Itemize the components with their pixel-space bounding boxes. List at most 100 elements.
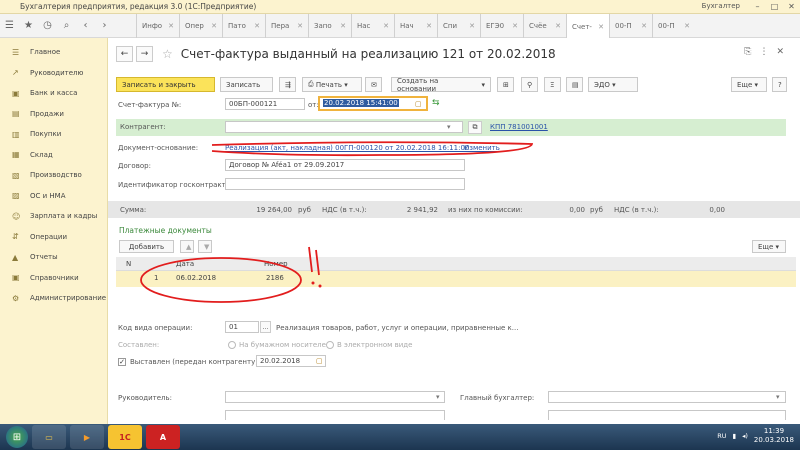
- tab-5[interactable]: Нас ✕: [351, 14, 394, 38]
- print-button[interactable]: ⎙ Печать ▾: [302, 77, 362, 92]
- write-button[interactable]: Записать: [220, 77, 273, 92]
- clock[interactable]: 11:39 20.03.2018: [754, 427, 794, 445]
- minimize-icon[interactable]: –: [749, 0, 766, 13]
- tab-6[interactable]: Нач ✕: [394, 14, 437, 38]
- post-icon[interactable]: ⇶: [279, 77, 296, 92]
- op-code-select-icon[interactable]: …: [260, 321, 271, 333]
- favorites-icon[interactable]: ★: [19, 14, 38, 38]
- sidebar-item-3[interactable]: ▤ Продажи: [0, 104, 107, 125]
- tab-0[interactable]: Инфо ✕: [136, 14, 179, 38]
- payments-more-button[interactable]: Еще ▾: [752, 240, 786, 253]
- number-change-icon[interactable]: ⇆: [432, 98, 440, 108]
- sidebar-item-10[interactable]: ▲ Отчеты: [0, 247, 107, 268]
- more-button[interactable]: Еще ▾: [731, 77, 767, 92]
- tab-7[interactable]: Спи ✕: [437, 14, 480, 38]
- edo-button[interactable]: ЭДО ▾: [588, 77, 638, 92]
- favorite-star-icon[interactable]: ☆: [162, 47, 173, 61]
- tab-3[interactable]: Пера ✕: [265, 14, 308, 38]
- back-icon[interactable]: ‹: [76, 14, 95, 38]
- counterparty-input[interactable]: [225, 121, 463, 133]
- counterparty-dropdown-icon[interactable]: ▾: [447, 123, 451, 131]
- link-icon[interactable]: ⎘: [744, 47, 751, 57]
- structure-icon[interactable]: ⊞: [497, 77, 514, 92]
- tab-close-icon[interactable]: ✕: [426, 22, 432, 30]
- help-button[interactable]: ?: [772, 77, 787, 92]
- invoice-number-input[interactable]: 00БП-000121: [225, 98, 305, 110]
- accountant-dropdown-icon[interactable]: ▾: [776, 393, 780, 401]
- issued-calendar-icon[interactable]: ▢: [316, 357, 323, 365]
- accountant-input[interactable]: [548, 391, 786, 403]
- start-button[interactable]: ⊞: [6, 426, 28, 448]
- date-input[interactable]: 20.02.2018 15:41:00: [318, 96, 428, 111]
- tab-close-icon[interactable]: ✕: [254, 22, 260, 30]
- head-position-input[interactable]: [225, 410, 445, 420]
- media-player-taskbar-icon[interactable]: ▶: [70, 425, 104, 449]
- sidebar-item-7[interactable]: ▨ ОС и НМА: [0, 186, 107, 207]
- explorer-taskbar-icon[interactable]: ▭: [32, 425, 66, 449]
- history-icon[interactable]: ◷: [38, 14, 57, 38]
- user-name[interactable]: Бухгалтер: [702, 2, 740, 10]
- close-form-icon[interactable]: ✕: [776, 47, 784, 57]
- tab-close-icon[interactable]: ✕: [641, 22, 647, 30]
- tab-close-icon[interactable]: ✕: [469, 22, 475, 30]
- change-link[interactable]: Изменить: [464, 144, 500, 152]
- more-icon[interactable]: ⋮: [759, 47, 768, 57]
- sidebar-item-4[interactable]: ▥ Покупки: [0, 124, 107, 145]
- kpp-link[interactable]: КПП 781001001: [490, 123, 548, 131]
- tab-12[interactable]: 00-П ✕: [652, 14, 695, 38]
- op-code-input[interactable]: 01: [225, 321, 259, 333]
- sidebar-item-2[interactable]: ▣ Банк и касса: [0, 83, 107, 104]
- tab-close-icon[interactable]: ✕: [297, 22, 303, 30]
- tab-close-icon[interactable]: ✕: [598, 23, 604, 31]
- move-down-icon[interactable]: ▼: [198, 240, 212, 253]
- dt-kt-icon[interactable]: Ξ: [544, 77, 561, 92]
- table-row[interactable]: 1 06.02.2018 2186: [116, 271, 796, 287]
- sidebar-item-1[interactable]: ↗ Руководителю: [0, 63, 107, 84]
- tab-close-icon[interactable]: ✕: [555, 22, 561, 30]
- language-indicator[interactable]: RU: [717, 432, 726, 440]
- report-icon[interactable]: ▤: [566, 77, 583, 92]
- head-input[interactable]: [225, 391, 445, 403]
- sidebar-item-9[interactable]: ⇵ Операции: [0, 227, 107, 248]
- move-up-icon[interactable]: ▲: [180, 240, 194, 253]
- tab-close-icon[interactable]: ✕: [684, 22, 690, 30]
- sidebar-item-8[interactable]: ☺ Зарплата и кадры: [0, 206, 107, 227]
- tab-10[interactable]: Счет- ✕: [566, 14, 609, 39]
- basis-link[interactable]: Реализация (акт, накладная) 00ГП-000120 …: [225, 144, 469, 152]
- sections-icon[interactable]: ☰: [0, 14, 19, 38]
- issued-checkbox[interactable]: ✓: [118, 358, 126, 366]
- sidebar-item-6[interactable]: ▧ Производство: [0, 165, 107, 186]
- tab-9[interactable]: Счёе ✕: [523, 14, 566, 38]
- back-button[interactable]: ←: [116, 46, 133, 62]
- calendar-icon[interactable]: ▢: [415, 100, 422, 108]
- tab-close-icon[interactable]: ✕: [211, 22, 217, 30]
- forward-button[interactable]: →: [136, 46, 153, 62]
- close-icon[interactable]: ✕: [783, 0, 800, 13]
- sidebar-item-5[interactable]: ▦ Склад: [0, 145, 107, 166]
- search-icon[interactable]: ⌕: [57, 14, 76, 38]
- tab-close-icon[interactable]: ✕: [340, 22, 346, 30]
- pdf-taskbar-icon[interactable]: A: [146, 425, 180, 449]
- gov-id-input[interactable]: [225, 178, 465, 190]
- sidebar-item-11[interactable]: ▣ Справочники: [0, 268, 107, 289]
- tab-11[interactable]: 00-П ✕: [609, 14, 652, 38]
- tab-close-icon[interactable]: ✕: [512, 22, 518, 30]
- sidebar-item-12[interactable]: ⚙ Администрирование: [0, 288, 107, 309]
- attach-icon[interactable]: ⚲: [521, 77, 538, 92]
- electronic-radio[interactable]: В электронном виде: [326, 341, 412, 349]
- tab-close-icon[interactable]: ✕: [168, 22, 174, 30]
- add-payment-button[interactable]: Добавить: [119, 240, 174, 253]
- tab-4[interactable]: Запо ✕: [308, 14, 351, 38]
- forward-icon[interactable]: ›: [95, 14, 114, 38]
- tab-1[interactable]: Опер ✕: [179, 14, 222, 38]
- 1c-taskbar-icon[interactable]: 1С: [108, 425, 142, 449]
- contract-input[interactable]: Договор № Aféa1 от 29.09.2017: [225, 159, 465, 171]
- save-close-button[interactable]: Записать и закрыть: [116, 77, 215, 92]
- accountant-position-input[interactable]: [548, 410, 786, 420]
- counterparty-open-icon[interactable]: ⧉: [468, 121, 482, 134]
- maximize-icon[interactable]: □: [766, 0, 783, 13]
- email-icon[interactable]: ✉: [365, 77, 382, 92]
- tab-8[interactable]: ЕГЭ0 ✕: [480, 14, 523, 38]
- sidebar-item-0[interactable]: ☰ Главное: [0, 42, 107, 63]
- network-icon[interactable]: ▮: [733, 432, 737, 440]
